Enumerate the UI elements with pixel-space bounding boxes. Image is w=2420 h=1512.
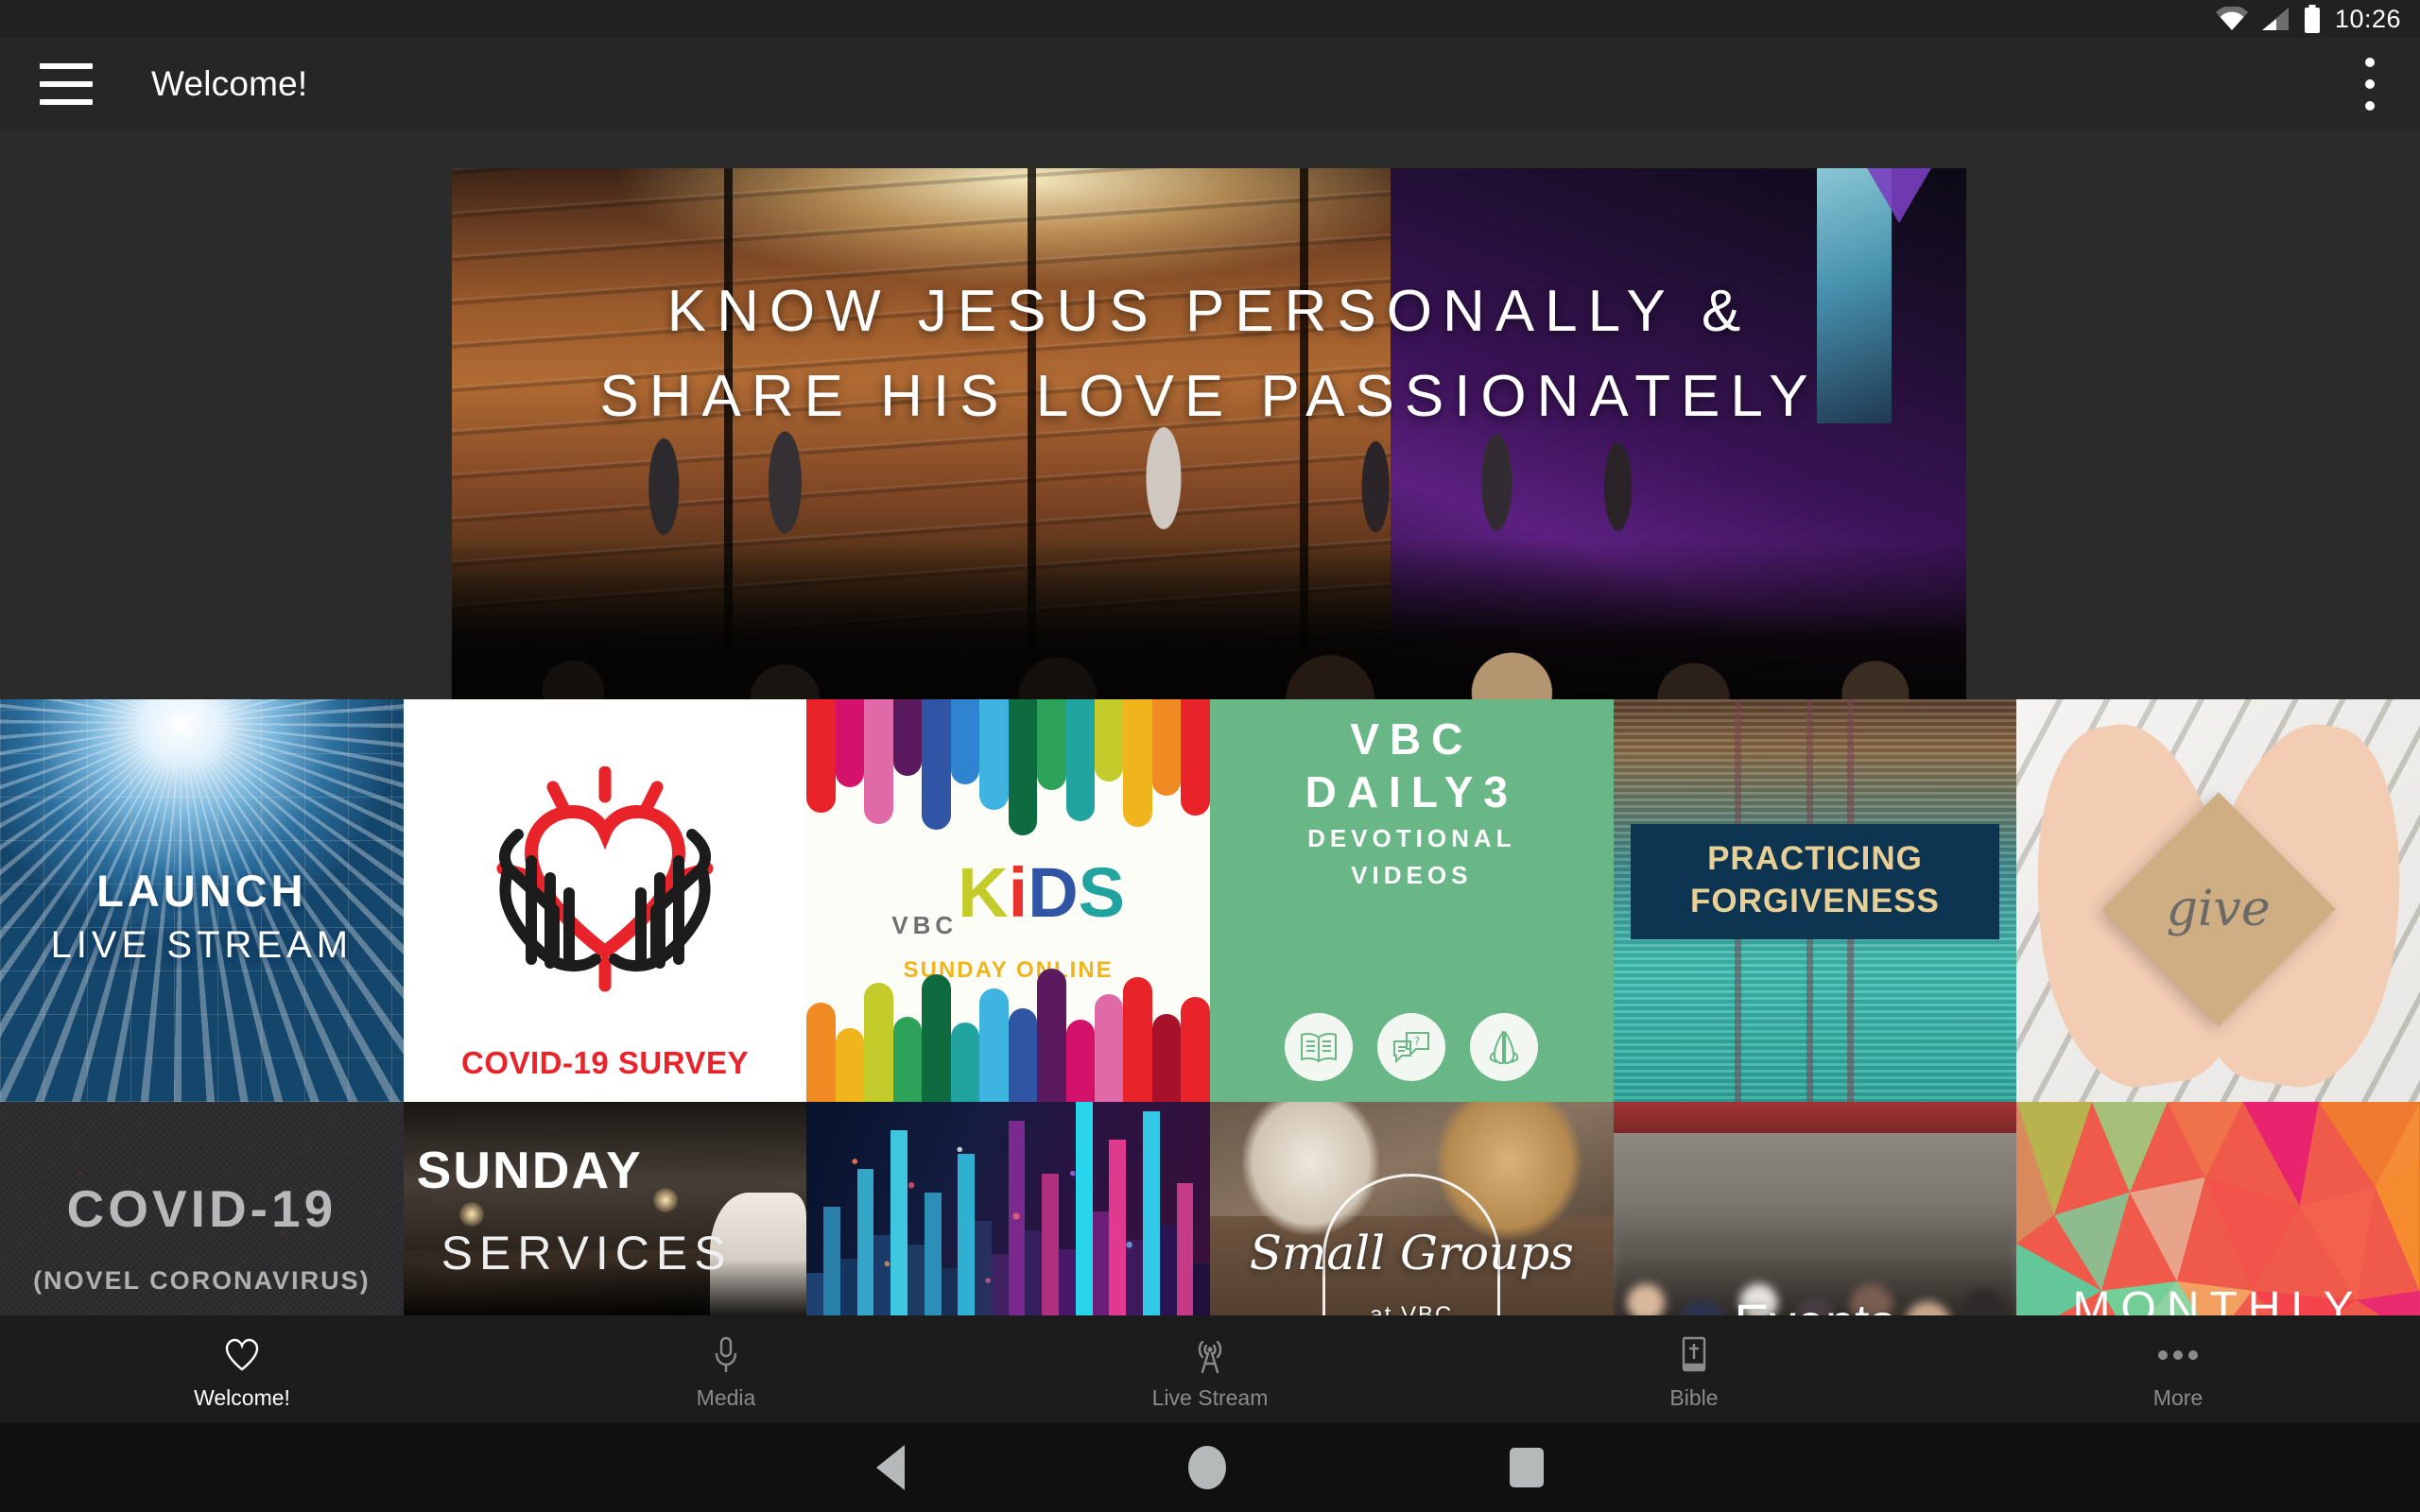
logo-letter-d: D — [1028, 852, 1079, 932]
tile-subtitle: SERVICES — [441, 1227, 733, 1280]
tile-title-line-1: VBC — [1350, 714, 1474, 764]
tile-brand: VBC — [891, 910, 959, 939]
logo-letter-s: S — [1078, 852, 1125, 932]
home-circle-icon[interactable] — [1188, 1446, 1226, 1489]
tile-title: Small Groups — [1249, 1226, 1574, 1281]
hero-caption-line-2: SHARE HIS LOVE PASSIONATELY — [599, 363, 1819, 429]
tile-sunday-services[interactable]: SUNDAY SERVICES — [403, 1102, 807, 1315]
tile-title: COVID-19 — [66, 1178, 337, 1238]
bible-book-icon — [1680, 1334, 1708, 1376]
nav-label: Welcome! — [194, 1384, 290, 1410]
cellular-signal-icon — [2261, 8, 2289, 30]
tile-title: Events — [1614, 1292, 2017, 1315]
tile-row: COVID-19 (NOVEL CORONAVIRUS) SUNDAY SERV… — [0, 1102, 2420, 1315]
hero-stage-light — [1867, 168, 1932, 223]
battery-icon — [2304, 5, 2320, 33]
nav-label: More — [2152, 1384, 2204, 1410]
tile-title-line-2: DAILY3 — [1305, 767, 1518, 817]
devotional-icon-row: ? — [1210, 1013, 1614, 1081]
hero-congregation — [452, 540, 1966, 699]
wifi-icon — [2215, 7, 2248, 30]
nav-item-bible[interactable]: Bible — [1452, 1315, 1936, 1423]
vbc-kids-logo: VBCKiDS — [806, 852, 1210, 939]
nav-item-media[interactable]: Media — [484, 1315, 968, 1423]
app-bar: Welcome! — [0, 38, 2420, 130]
microphone-icon — [714, 1334, 738, 1376]
nav-label: Live Stream — [1151, 1384, 1269, 1410]
speech-bubble-question-icon: ? — [1377, 1013, 1446, 1081]
open-book-icon — [1285, 1013, 1354, 1081]
status-bar: 10:26 — [0, 0, 2420, 38]
tile-small-groups[interactable]: Small Groups at VBC — [1209, 1102, 1614, 1315]
tile-grid: LAUNCH LIVE STREAM COVID-19 SURVEY VBCKi… — [0, 699, 2420, 1315]
back-triangle-icon[interactable] — [876, 1445, 905, 1490]
paint-drips-top — [806, 699, 1210, 841]
tile-media-waveform[interactable] — [806, 1102, 1210, 1315]
tile-launch-live-stream[interactable]: LAUNCH LIVE STREAM — [0, 699, 404, 1102]
tile-title: MONTHLY — [2072, 1283, 2364, 1315]
hero-banner[interactable]: KNOW JESUS PERSONALLY & SHARE HIS LOVE P… — [452, 168, 1966, 699]
ellipsis-icon — [2157, 1334, 2199, 1376]
tile-title-line-1: PRACTICING — [1707, 840, 1923, 878]
bottom-navigation-bar: Welcome! Media Live Stream Bible More — [0, 1315, 2420, 1423]
tile-subtitle-line-1: DEVOTIONAL — [1307, 824, 1516, 853]
hero-caption-line-1: KNOW JESUS PERSONALLY & — [666, 278, 1752, 344]
tile-vbc-daily-3[interactable]: VBC DAILY3 DEVOTIONAL VIDEOS ? — [1209, 699, 1614, 1102]
tile-caption: COVID-19 SURVEY — [460, 1045, 749, 1080]
overflow-menu-icon[interactable] — [2365, 58, 2377, 111]
tile-row: LAUNCH LIVE STREAM COVID-19 SURVEY VBCKi… — [0, 699, 2420, 1102]
hero-caption: KNOW JESUS PERSONALLY & SHARE HIS LOVE P… — [452, 269, 1966, 439]
svg-text:?: ? — [1414, 1035, 1420, 1048]
tile-practicing-forgiveness[interactable]: PRACTICING FORGIVENESS — [1613, 699, 2017, 1102]
tile-title: SUNDAY — [416, 1141, 643, 1200]
page-title: Welcome! — [151, 64, 308, 103]
nav-item-live-stream[interactable]: Live Stream — [968, 1315, 1452, 1423]
data-dots — [806, 1102, 1210, 1315]
tile-covid-19-survey[interactable]: COVID-19 SURVEY — [403, 699, 807, 1102]
status-bar-clock: 10:26 — [2334, 4, 2401, 33]
recents-square-icon[interactable] — [1510, 1448, 1544, 1487]
nav-label: Media — [696, 1384, 756, 1410]
tile-subtitle-line-2: VIDEOS — [1351, 861, 1473, 890]
tile-title: LAUNCH — [96, 865, 307, 916]
tile-covid-19[interactable]: COVID-19 (NOVEL CORONAVIRUS) — [0, 1102, 404, 1315]
logo-letter-i: i — [1008, 852, 1028, 932]
tile-vbc-kids[interactable]: VBCKiDS SUNDAY ONLINE — [806, 699, 1210, 1102]
app-screen: 10:26 Welcome! KNOW JESUS PERSONALLY & S… — [0, 0, 2420, 1512]
tile-caption: give — [2166, 880, 2271, 937]
paint-drips-bottom — [806, 960, 1210, 1102]
tile-subtitle: at VBC — [1370, 1301, 1454, 1315]
nav-label: Bible — [1669, 1384, 1719, 1410]
tile-give[interactable]: give — [2016, 699, 2420, 1102]
tile-subtitle: LIVE STREAM — [50, 923, 354, 966]
hamburger-menu-icon[interactable] — [40, 63, 93, 105]
logo-letter-k: K — [958, 852, 1009, 932]
system-navigation-bar — [0, 1423, 2420, 1512]
nav-item-welcome[interactable]: Welcome! — [0, 1315, 484, 1423]
broadcast-tower-icon — [1191, 1334, 1229, 1376]
heart-in-hands-icon — [496, 765, 714, 992]
nav-item-more[interactable]: More — [1936, 1315, 2420, 1423]
praying-hands-icon — [1470, 1013, 1539, 1081]
tile-title-line-2: FORGIVENESS — [1690, 882, 1940, 919]
tile-caption-band: PRACTICING FORGIVENESS — [1630, 824, 2000, 939]
tile-monthly[interactable]: MONTHLY — [2016, 1102, 2420, 1315]
heart-icon — [224, 1334, 260, 1376]
ceiling-trim — [1613, 1102, 2017, 1133]
tile-events[interactable]: Events — [1613, 1102, 2017, 1315]
tile-subtitle: (NOVEL CORONAVIRUS) — [33, 1265, 371, 1295]
content-area: KNOW JESUS PERSONALLY & SHARE HIS LOVE P… — [0, 130, 2420, 1315]
